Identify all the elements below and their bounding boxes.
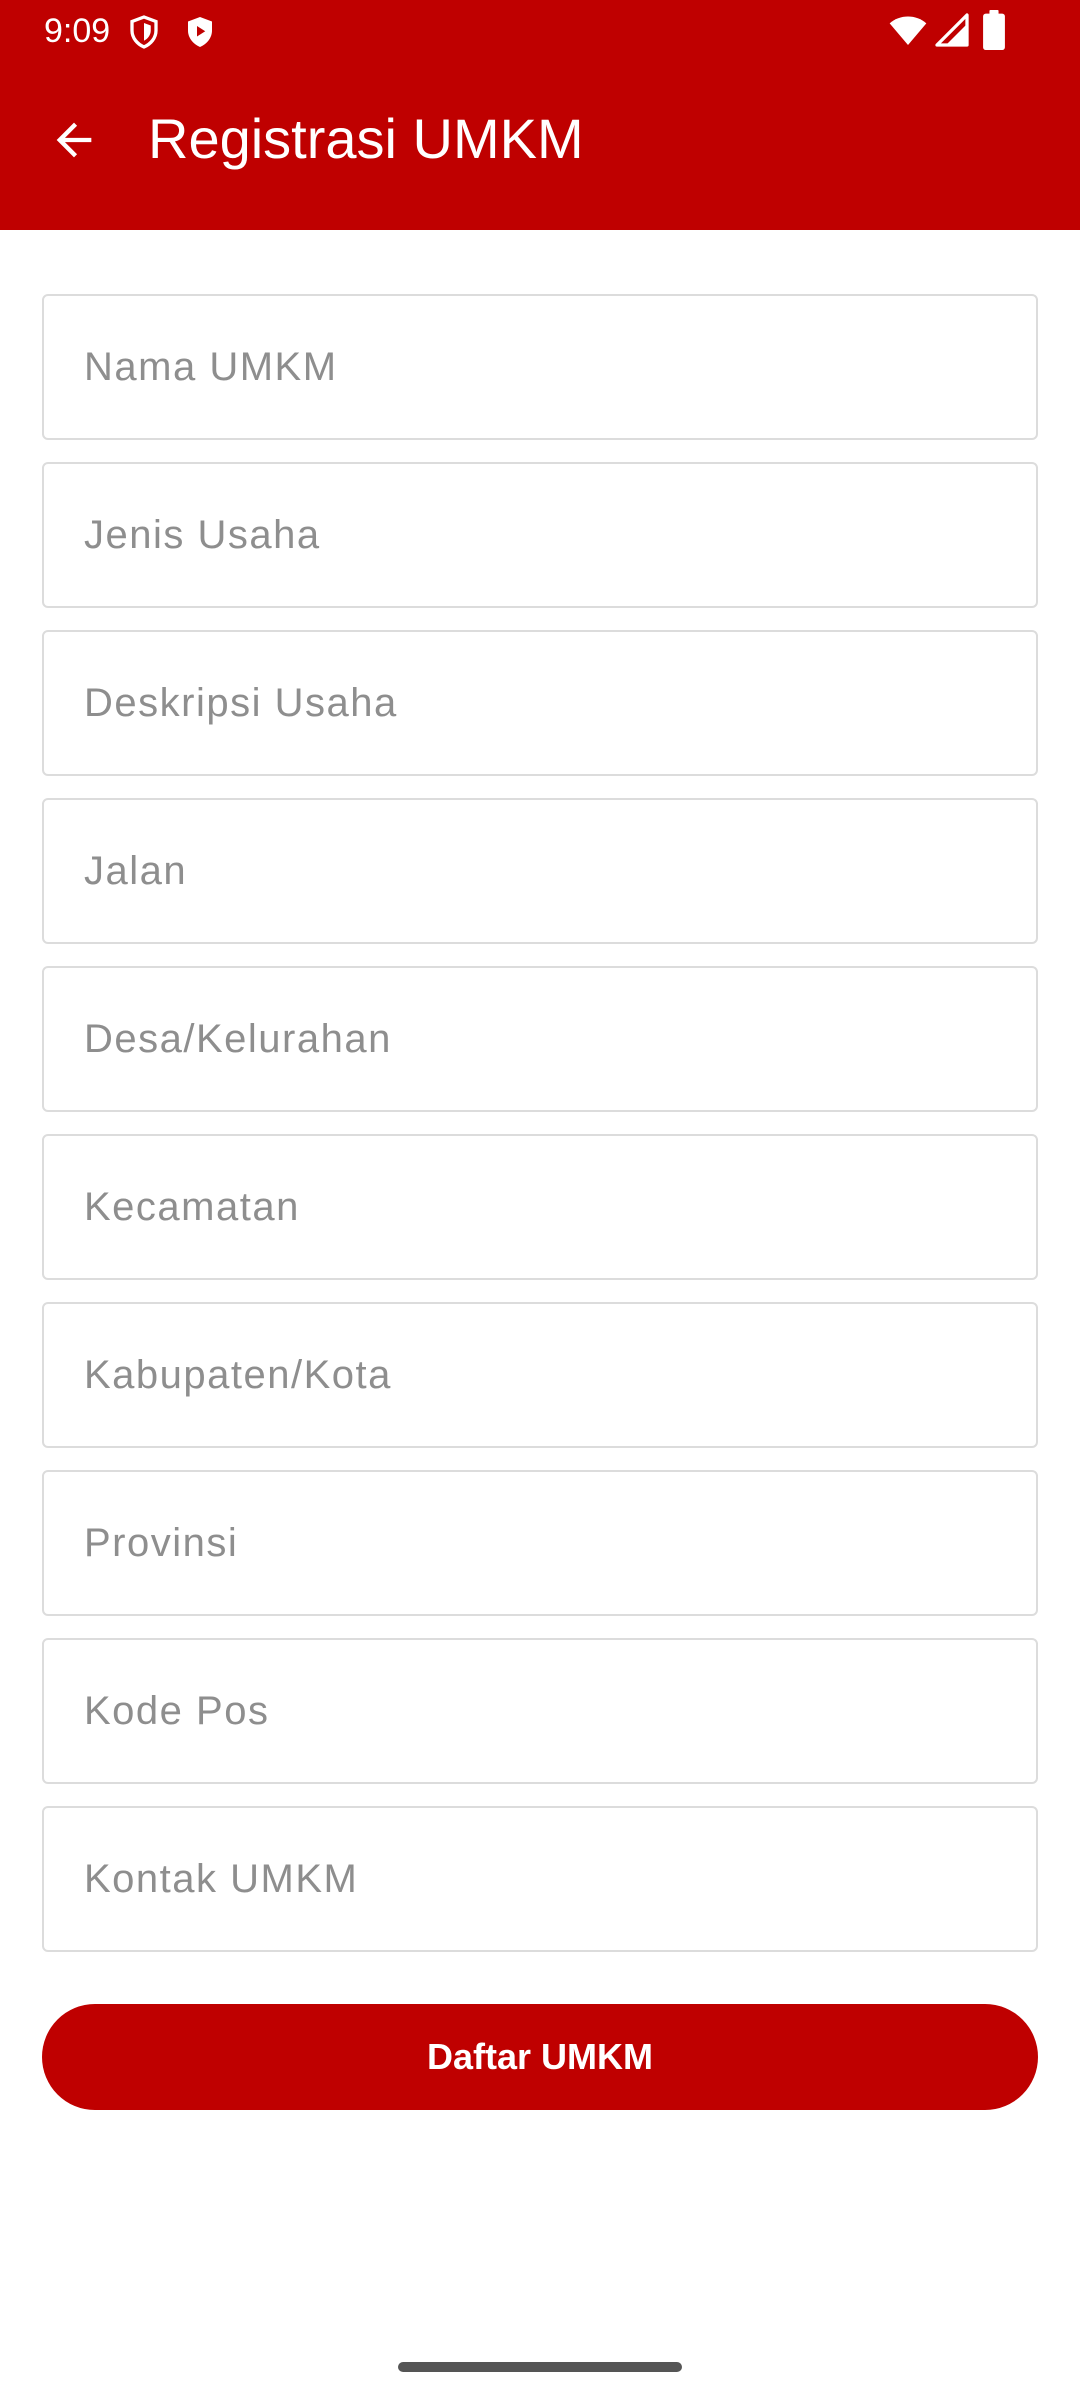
deskripsi-usaha-input[interactable] bbox=[44, 632, 1036, 774]
deskripsi-usaha-field[interactable] bbox=[42, 630, 1038, 776]
nama-umkm-field[interactable] bbox=[42, 294, 1038, 440]
vpn-shield-icon bbox=[126, 14, 162, 55]
daftar-umkm-button[interactable]: Daftar UMKM bbox=[42, 2004, 1038, 2110]
kecamatan-field[interactable] bbox=[42, 1134, 1038, 1280]
nama-umkm-input[interactable] bbox=[44, 296, 1036, 438]
provinsi-input[interactable] bbox=[44, 1472, 1036, 1614]
kecamatan-input[interactable] bbox=[44, 1136, 1036, 1278]
kode-pos-input[interactable] bbox=[44, 1640, 1036, 1782]
status-bar: 9:09 bbox=[0, 0, 1080, 62]
kabupaten-kota-input[interactable] bbox=[44, 1304, 1036, 1446]
kontak-umkm-input[interactable] bbox=[44, 1808, 1036, 1950]
jenis-usaha-input[interactable] bbox=[44, 464, 1036, 606]
kontak-umkm-field[interactable] bbox=[42, 1806, 1038, 1952]
app-bar: 9:09 Registrasi UMKM bbox=[0, 0, 1080, 230]
jalan-input[interactable] bbox=[44, 800, 1036, 942]
wifi-icon bbox=[888, 12, 928, 53]
toolbar: Registrasi UMKM bbox=[0, 84, 1080, 208]
play-protect-icon bbox=[182, 14, 218, 55]
home-indicator[interactable] bbox=[398, 2362, 682, 2372]
registration-form bbox=[42, 294, 1038, 1974]
page-title: Registrasi UMKM bbox=[148, 107, 584, 170]
kode-pos-field[interactable] bbox=[42, 1638, 1038, 1784]
desa-kelurahan-input[interactable] bbox=[44, 968, 1036, 1110]
provinsi-field[interactable] bbox=[42, 1470, 1038, 1616]
jenis-usaha-field[interactable] bbox=[42, 462, 1038, 608]
cell-signal-icon bbox=[934, 12, 970, 53]
jalan-field[interactable] bbox=[42, 798, 1038, 944]
arrow-back-icon bbox=[48, 114, 100, 171]
status-time: 9:09 bbox=[44, 12, 111, 50]
desa-kelurahan-field[interactable] bbox=[42, 966, 1038, 1112]
kabupaten-kota-field[interactable] bbox=[42, 1302, 1038, 1448]
battery-icon bbox=[982, 10, 1006, 55]
back-button[interactable] bbox=[28, 106, 120, 178]
